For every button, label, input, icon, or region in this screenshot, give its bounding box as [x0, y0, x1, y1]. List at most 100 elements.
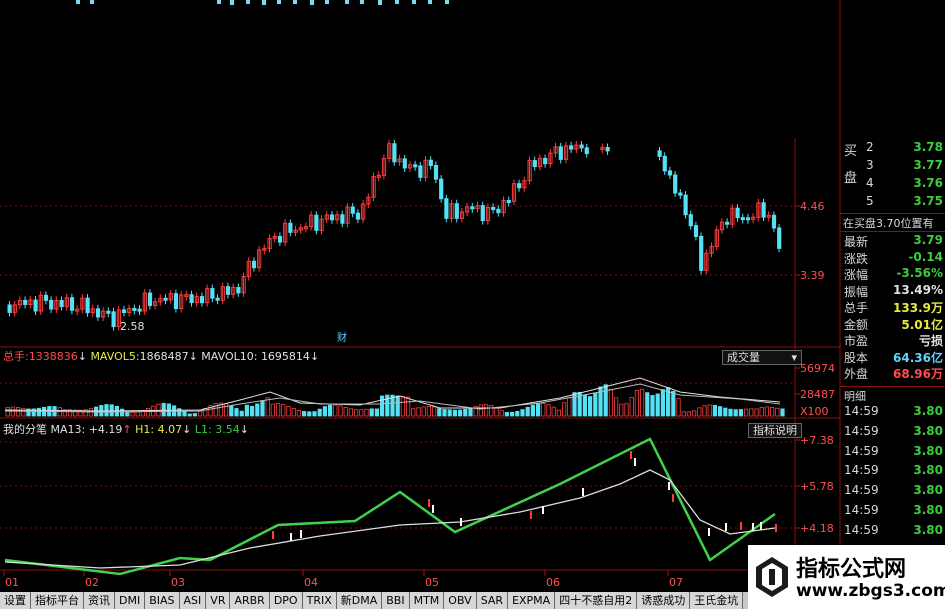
indicator-tab[interactable]: EXPMA	[508, 592, 556, 609]
volume-bar	[671, 390, 676, 417]
month-label: 02	[85, 576, 99, 589]
volume-bar	[359, 409, 364, 417]
volume-bar	[686, 411, 692, 417]
indicator-tab[interactable]: DMI	[115, 592, 146, 609]
candle-body	[532, 160, 537, 168]
candle-body	[439, 178, 444, 200]
volume-bar	[307, 411, 312, 417]
volume-bar	[494, 407, 499, 417]
indicator-tab[interactable]: 设置	[0, 592, 31, 609]
volume-bar	[764, 406, 770, 417]
order-level: 5	[866, 194, 874, 208]
volume-bar	[567, 397, 572, 417]
indicator-tab[interactable]: BBI	[382, 592, 410, 609]
tick-price: 3.80	[913, 483, 943, 498]
indicator-tab[interactable]: VR	[206, 592, 231, 609]
tick-header: 明细	[840, 386, 945, 404]
indicator-tab[interactable]: 四十不惑自用2	[555, 592, 638, 609]
volume-bar	[754, 408, 759, 417]
up-arrow-icon: ↑	[122, 423, 132, 436]
volume-total-label: 总手:	[3, 350, 29, 363]
candle-body	[132, 307, 137, 311]
candle-body	[745, 217, 751, 221]
volume-bar	[270, 403, 276, 417]
volume-bar	[275, 403, 281, 417]
stat-value: -3.56%	[896, 266, 943, 280]
volume-bar	[489, 405, 494, 417]
volume-bar	[504, 412, 510, 417]
ma13-value: +4.19	[88, 423, 123, 436]
indicator-mark	[542, 506, 544, 514]
indicator-mark	[460, 518, 462, 526]
indicator-mark	[432, 505, 434, 513]
finance-marker-icon[interactable]: 财	[337, 332, 347, 345]
indicator-tab[interactable]: 王氏金坑	[690, 592, 744, 609]
indicator-tab[interactable]: BIAS	[145, 592, 180, 609]
indicator-tab[interactable]: 新DMA	[336, 592, 383, 609]
tick-row: 14:59 3.80	[840, 404, 945, 421]
ma13-label: MA13:	[50, 423, 86, 436]
stat-value: 3.79	[913, 233, 943, 247]
volume-bar	[135, 411, 140, 417]
volume-bar	[707, 404, 712, 417]
stat-value: 13.49%	[893, 282, 943, 297]
down-arrow-icon: ↓	[309, 350, 320, 363]
volume-bar	[650, 395, 655, 417]
volume-bar	[463, 408, 468, 417]
indicator-tab[interactable]: OBV	[444, 592, 477, 609]
volume-bar	[364, 408, 369, 417]
candle-body	[215, 297, 220, 301]
buy-label: 盘	[844, 171, 858, 186]
volume-bar	[161, 402, 166, 417]
month-label: 04	[304, 576, 318, 589]
candle-body	[49, 299, 54, 310]
indicator-tab[interactable]: TRIX	[302, 592, 337, 609]
stat-label: 外盘	[844, 367, 869, 381]
volume-bar	[718, 406, 723, 417]
volume-bar	[655, 393, 660, 417]
order-book-row: 买 2 3.78	[840, 140, 945, 159]
candle-body	[7, 304, 12, 313]
indicator-tab[interactable]: ARBR	[230, 592, 270, 609]
indicator-tab[interactable]: ASI	[179, 592, 207, 609]
volume-bar	[509, 411, 515, 417]
candle-body	[558, 146, 563, 160]
ma13-line	[4, 469, 776, 569]
volume-bar	[536, 403, 541, 417]
volume-bar	[619, 403, 624, 417]
indicator-tab[interactable]: SAR	[476, 592, 509, 609]
tick-row: 14:59 3.80	[840, 503, 945, 520]
volume-bar	[780, 408, 785, 417]
stat-label: 市盈	[844, 334, 869, 348]
candle-body	[392, 143, 397, 163]
volume-bar	[608, 388, 614, 417]
indicator-help-button[interactable]: 指标说明	[748, 423, 802, 438]
indicator-tab[interactable]: 诱惑成功	[637, 592, 691, 609]
indicator-tab[interactable]: 指标平台	[31, 592, 84, 609]
candle-body	[506, 200, 511, 204]
tick-row: 14:59 3.80	[840, 424, 945, 441]
candle-body	[329, 214, 335, 221]
indicator-mark	[300, 530, 302, 538]
volume-bar	[296, 409, 302, 417]
month-label: 06	[546, 576, 560, 589]
volume-bar	[562, 402, 567, 417]
tick-price: 3.80	[913, 443, 943, 458]
candle-body	[605, 147, 610, 152]
down-arrow-icon: ↓	[239, 423, 249, 436]
tick-time: 14:59	[844, 443, 879, 458]
indicator-tab[interactable]: MTM	[409, 592, 445, 609]
month-label: 01	[5, 576, 19, 589]
indicator-tab[interactable]: 资讯	[84, 592, 115, 609]
stat-row: 外盘 68.96万	[840, 365, 945, 382]
stat-row: 金额 5.01亿	[840, 316, 945, 333]
indicator-tab[interactable]: DPO	[269, 592, 303, 609]
indicator-mark	[582, 488, 584, 496]
tick-price: 3.80	[913, 503, 943, 517]
indicator-dropdown[interactable]: 成交量 ▾	[722, 350, 802, 365]
chart-canvas[interactable]	[0, 0, 945, 609]
l1-value: 3.54	[215, 423, 240, 436]
volume-bar	[265, 397, 270, 417]
volume-bar	[468, 407, 473, 417]
month-label: 05	[425, 576, 439, 589]
